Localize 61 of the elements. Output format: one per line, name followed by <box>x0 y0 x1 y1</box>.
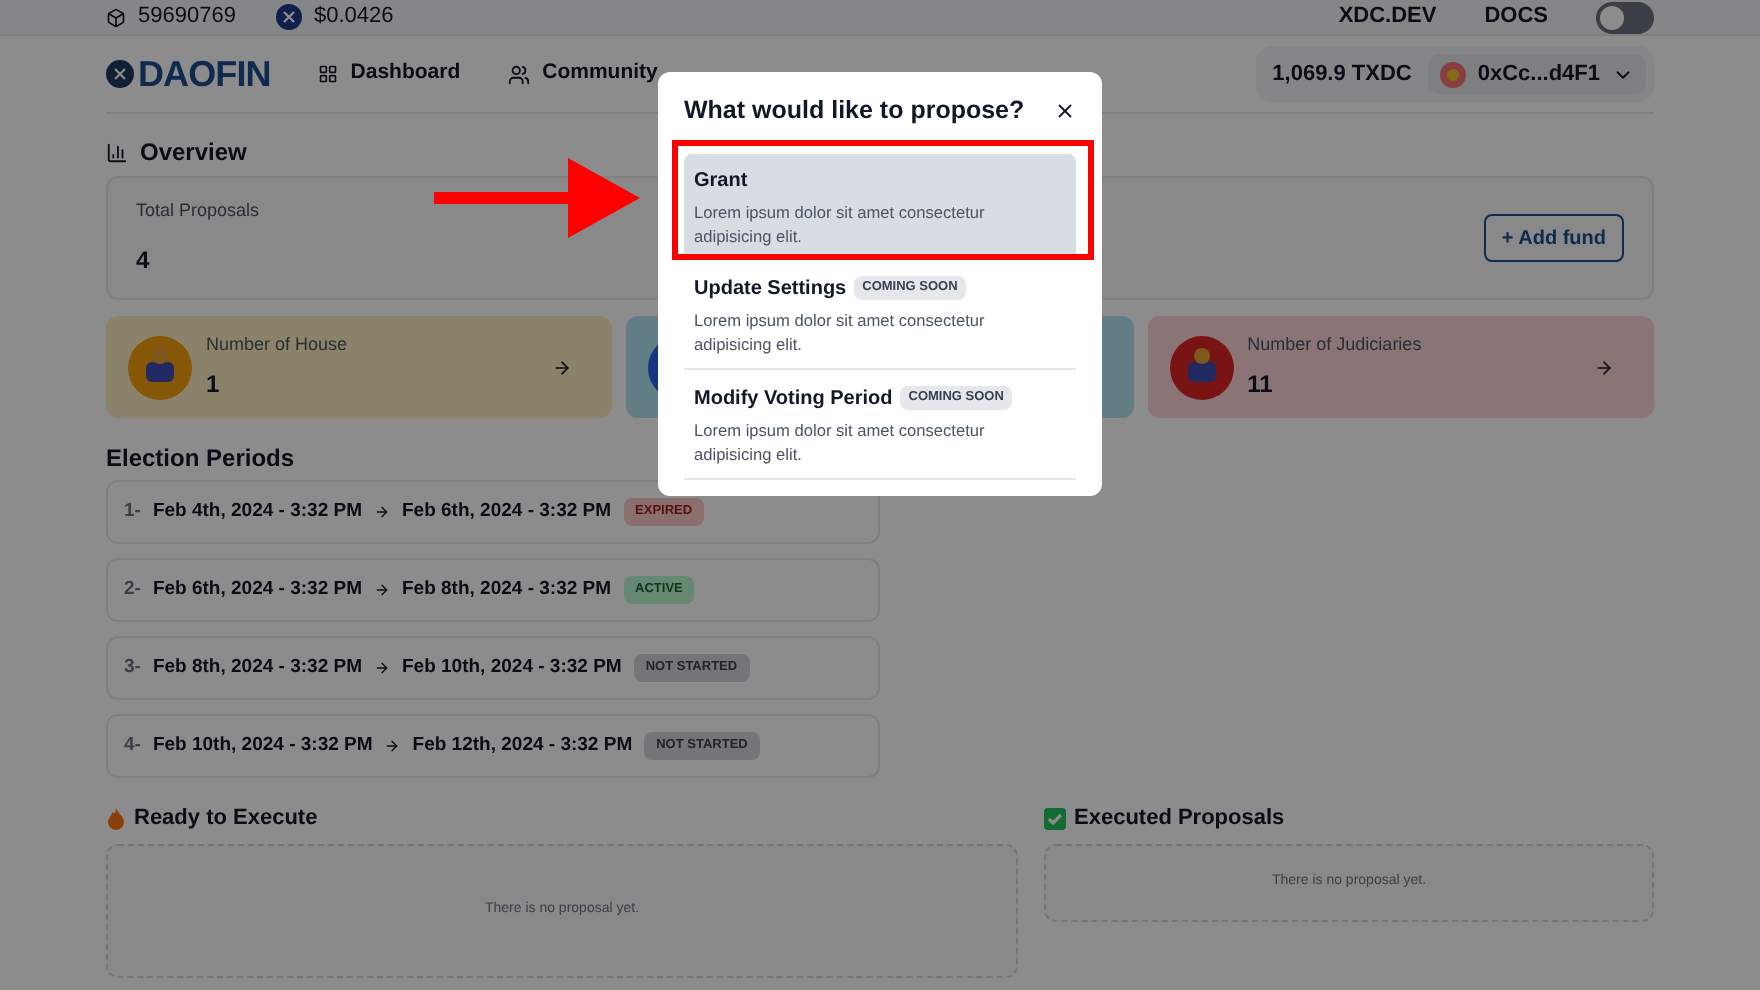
period-end: Feb 8th, 2024 - 3:32 PM <box>402 575 612 604</box>
arrow-icon <box>374 582 390 598</box>
flame-icon <box>106 807 126 830</box>
stat-value: 11 <box>1247 368 1275 403</box>
period-end: Feb 6th, 2024 - 3:32 PM <box>402 497 612 526</box>
emblem-icon <box>126 333 194 401</box>
proposal-option[interactable]: Grant Lorem ipsum dolor sit amet consectetur adipisicing elit. <box>684 153 1076 260</box>
close-button[interactable] <box>1054 99 1076 122</box>
avatar-icon <box>1439 61 1466 87</box>
stat-value: 4 <box>136 243 152 278</box>
period-end: Feb 10th, 2024 - 3:32 PM <box>402 653 622 682</box>
stat-label: Number of House <box>206 331 350 358</box>
option-description: Lorem ipsum dolor sit amet consectetur adipisicing elit. <box>694 417 987 466</box>
period-index: 1- <box>124 497 141 526</box>
nav-link[interactable]: Community <box>508 58 658 90</box>
section-title: Executed Proposals <box>1074 804 1285 834</box>
cube-icon <box>106 7 126 27</box>
stat-value: 1 <box>206 368 222 403</box>
arrow-icon <box>552 357 573 377</box>
option-title: Grant <box>694 167 748 196</box>
logo-icon <box>106 60 134 88</box>
nav-link[interactable]: Dashboard <box>318 58 461 90</box>
stat-card[interactable]: Number of Judiciaries 11 <box>1147 316 1654 418</box>
balance: 1,069.9 TXDC <box>1272 59 1412 90</box>
period-index: 2- <box>124 575 141 604</box>
nav-link[interactable]: DOCS <box>1484 0 1548 34</box>
section-title: Ready to Execute <box>134 804 318 834</box>
users-icon <box>508 63 531 85</box>
period-index: 4- <box>124 731 141 760</box>
nav-link[interactable]: XDC.DEV <box>1338 0 1437 34</box>
period-start: Feb 10th, 2024 - 3:32 PM <box>152 731 373 760</box>
account-button[interactable]: 0xCc...d4F1 <box>1427 53 1646 95</box>
period-index: 3- <box>124 653 141 682</box>
section-title: Overview <box>140 136 247 170</box>
close-icon <box>1054 99 1076 122</box>
stat-label: Number of Judiciaries <box>1247 331 1424 358</box>
chart-icon <box>106 141 128 163</box>
token-price: $0.0426 <box>313 2 394 33</box>
option-title: Update Settings <box>694 275 847 304</box>
block-number: 59690769 <box>138 2 236 33</box>
add-fund-button[interactable]: + Add fund <box>1483 214 1624 262</box>
logo[interactable]: DAOFIN <box>138 47 271 101</box>
emblem-icon <box>1167 333 1236 401</box>
period-end: Feb 12th, 2024 - 3:32 PM <box>412 731 633 760</box>
arrow-icon <box>1593 357 1614 377</box>
period-start: Feb 8th, 2024 - 3:32 PM <box>152 653 362 682</box>
checkmark-icon <box>1044 807 1066 830</box>
option-description: Lorem ipsum dolor sit amet consectetur adipisicing elit. <box>694 199 987 248</box>
period-start: Feb 4th, 2024 - 3:32 PM <box>152 497 362 526</box>
stat-label: Total Proposals <box>136 198 260 225</box>
dialog-title: What would like to propose? <box>684 94 1025 128</box>
theme-toggle[interactable] <box>1596 1 1654 33</box>
section-title: Election Periods <box>106 442 295 476</box>
stat-card[interactable]: Number of House 1 <box>106 316 613 418</box>
arrow-icon <box>374 504 390 520</box>
option-description: Lorem ipsum dolor sit amet consectetur adipisicing elit. <box>694 307 987 356</box>
arrow-icon <box>374 660 390 676</box>
option-title: Modify Voting Period <box>694 385 893 414</box>
arrow-icon <box>384 738 401 754</box>
grid-icon <box>318 64 339 84</box>
period-start: Feb 6th, 2024 - 3:32 PM <box>152 575 362 604</box>
